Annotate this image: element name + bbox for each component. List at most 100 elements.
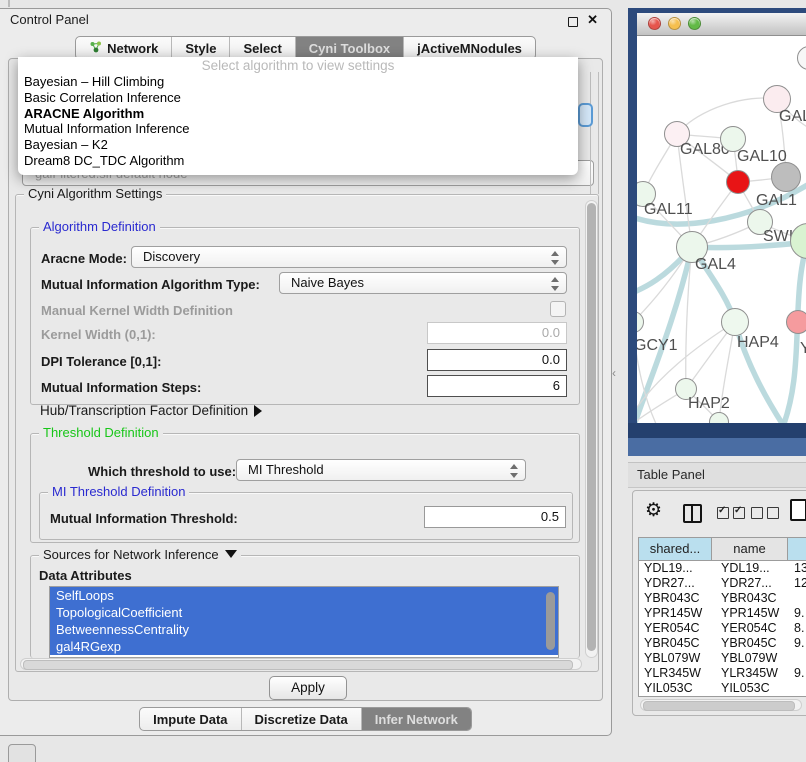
- panel-collapse-arrow[interactable]: ‹: [612, 366, 616, 380]
- table-horizontal-scrollbar[interactable]: [640, 699, 802, 711]
- node-gal4-label: GAL4: [695, 256, 736, 274]
- mi-threshold-definition-title: MI Threshold Definition: [48, 484, 189, 499]
- node-salmon[interactable]: [786, 310, 806, 334]
- cyni-algorithm-settings-group: Cyni Algorithm Settings Algorithm Defini…: [15, 194, 599, 672]
- algorithm-dropdown-placeholder: Select algorithm to view settings: [18, 57, 578, 74]
- table-row[interactable]: YBL079WYBL079W: [639, 651, 806, 666]
- node-gal11-label: GAL11: [644, 201, 693, 219]
- attribute-item-betweennesscentrality[interactable]: BetweennessCentrality: [50, 621, 558, 638]
- mi-steps-field[interactable]: 6: [427, 375, 567, 397]
- tab-select[interactable]: Select: [229, 37, 294, 59]
- mi-threshold-definition-group: MI Threshold Definition Mutual Informati…: [39, 492, 573, 540]
- hub-definition-expander[interactable]: Hub/Transcription Factor Definition: [40, 403, 262, 418]
- occluded-controls-sliver: [576, 72, 606, 194]
- which-threshold-combobox[interactable]: MI Threshold: [236, 459, 526, 481]
- zoom-traffic-light[interactable]: [688, 17, 701, 30]
- data-attributes-list[interactable]: SelfLoopsTopologicalCoefficientBetweenne…: [49, 586, 559, 658]
- tab-jactivemnodules[interactable]: jActiveMNodules: [403, 37, 535, 59]
- focused-stepper-icon[interactable]: [578, 103, 593, 127]
- table-row[interactable]: YDR27...YDR27...12: [639, 576, 806, 591]
- table-cell: 9.: [788, 606, 806, 621]
- dropdown-item-mutual-information-inference[interactable]: Mutual Information Inference: [18, 121, 578, 137]
- threshold-definition-title: Threshold Definition: [39, 425, 163, 440]
- mi-algorithm-type-combobox[interactable]: Naive Bayes: [279, 272, 567, 294]
- mi-threshold-field[interactable]: 0.5: [424, 506, 566, 528]
- table-cell: [788, 681, 806, 696]
- settings-vertical-scrollbar[interactable]: [585, 200, 598, 658]
- unchecked-pair-icon[interactable]: [751, 507, 779, 519]
- minimize-traffic-light[interactable]: [668, 17, 681, 30]
- mi-steps-label: Mutual Information Steps:: [41, 380, 201, 395]
- settings-horizontal-scrollbar[interactable]: [20, 658, 582, 670]
- close-traffic-light[interactable]: [648, 17, 661, 30]
- column-header-3[interactable]: [788, 538, 806, 560]
- threshold-definition-group: Threshold Definition Which threshold to …: [30, 433, 580, 543]
- table-row[interactable]: YPR145WYPR145W9.: [639, 606, 806, 621]
- tab-network[interactable]: Network: [76, 37, 171, 59]
- kernel-width-field[interactable]: 0.0: [427, 322, 567, 344]
- tab-label: Style: [185, 41, 216, 56]
- table-cell: YPR145W: [712, 606, 788, 621]
- close-panel-icon[interactable]: ✕: [587, 12, 598, 28]
- stepper-icon: [551, 251, 560, 265]
- checked-pair-icon[interactable]: [717, 507, 745, 519]
- aracne-mode-combobox[interactable]: Discovery: [131, 246, 567, 268]
- control-panel-title: Control Panel: [10, 12, 89, 27]
- dropdown-item-aracne-algorithm[interactable]: ARACNE Algorithm: [18, 106, 578, 122]
- stepper-icon: [551, 277, 560, 291]
- network-icon: [89, 40, 102, 56]
- algorithm-dropdown[interactable]: Select algorithm to view settings Bayesi…: [18, 57, 578, 175]
- which-threshold-label: Which threshold to use:: [88, 464, 236, 479]
- table-cell: YDR27...: [639, 576, 712, 591]
- table-panel-header: Table Panel: [628, 462, 806, 488]
- table-row[interactable]: YER054CYER054C8.: [639, 621, 806, 636]
- collapsed-panel-button[interactable]: [8, 744, 36, 762]
- table-cell: YDL19...: [712, 561, 788, 576]
- dropdown-item-bayesian-k2[interactable]: Bayesian – K2: [18, 137, 578, 153]
- attribute-item-gal4rgexp[interactable]: gal4RGexp: [50, 638, 558, 655]
- dpi-tolerance-field[interactable]: 0.0: [427, 349, 567, 371]
- table-row[interactable]: YIL053CYIL053C: [639, 681, 806, 696]
- bottom-tab-infer-network[interactable]: Infer Network: [361, 708, 471, 730]
- node-gray[interactable]: [771, 162, 801, 192]
- node-hap4-label: HAP4: [737, 334, 779, 352]
- table-cell: YBR043C: [712, 591, 788, 606]
- table-cell: 8.: [788, 621, 806, 636]
- column-header-shared[interactable]: shared...: [639, 538, 712, 560]
- document-icon[interactable]: [790, 499, 806, 521]
- network-window-titlebar[interactable]: [637, 13, 806, 36]
- dropdown-item-bayesian-hill-climbing[interactable]: Bayesian – Hill Climbing: [18, 74, 578, 90]
- sources-group-title[interactable]: Sources for Network Inference: [39, 547, 241, 562]
- attribute-item-topologicalcoefficient[interactable]: TopologicalCoefficient: [50, 604, 558, 621]
- float-panel-icon[interactable]: [568, 17, 578, 27]
- table-cell: YLR345W: [639, 666, 712, 681]
- tab-style[interactable]: Style: [171, 37, 229, 59]
- algorithm-definition-title: Algorithm Definition: [39, 219, 160, 234]
- manual-kernel-checkbox[interactable]: [550, 301, 566, 317]
- attribute-item-selfloops[interactable]: SelfLoops: [50, 587, 558, 604]
- network-canvas[interactable]: GALGAL80GAL10GAL1GAL11SWI4GAL4GCY1HAP4YH…: [637, 36, 806, 423]
- node-gcy1-label: GCY1: [637, 337, 678, 355]
- data-attributes-label: Data Attributes: [39, 568, 132, 583]
- columns-icon[interactable]: [683, 504, 702, 523]
- table-row[interactable]: YBR045CYBR045C9.: [639, 636, 806, 651]
- table-row[interactable]: YBR043CYBR043C: [639, 591, 806, 606]
- table-cell: YBR045C: [712, 636, 788, 651]
- gear-icon[interactable]: ⚙: [645, 499, 662, 522]
- bottom-tab-impute-data[interactable]: Impute Data: [140, 708, 240, 730]
- table-cell: YIL053C: [712, 681, 788, 696]
- node-gal1[interactable]: [726, 170, 750, 194]
- bottom-tab-discretize-data[interactable]: Discretize Data: [241, 708, 361, 730]
- attributes-scrollbar[interactable]: [545, 590, 556, 654]
- apply-button[interactable]: Apply: [269, 676, 347, 700]
- kernel-width-label: Kernel Width (0,1):: [41, 327, 156, 342]
- table-row[interactable]: YDL19...YDL19...13: [639, 561, 806, 576]
- tab-label: Cyni Toolbox: [309, 41, 390, 56]
- dropdown-item-dream8-dc-tdc-algorithm[interactable]: Dream8 DC_TDC Algorithm: [18, 153, 578, 169]
- node-hap4[interactable]: [721, 308, 749, 336]
- tab-cyni-toolbox[interactable]: Cyni Toolbox: [295, 37, 403, 59]
- dropdown-item-basic-correlation-inference[interactable]: Basic Correlation Inference: [18, 90, 578, 106]
- manual-kernel-label: Manual Kernel Width Definition: [41, 303, 233, 318]
- column-header-name[interactable]: name: [712, 538, 788, 560]
- table-row[interactable]: YLR345WYLR345W9.: [639, 666, 806, 681]
